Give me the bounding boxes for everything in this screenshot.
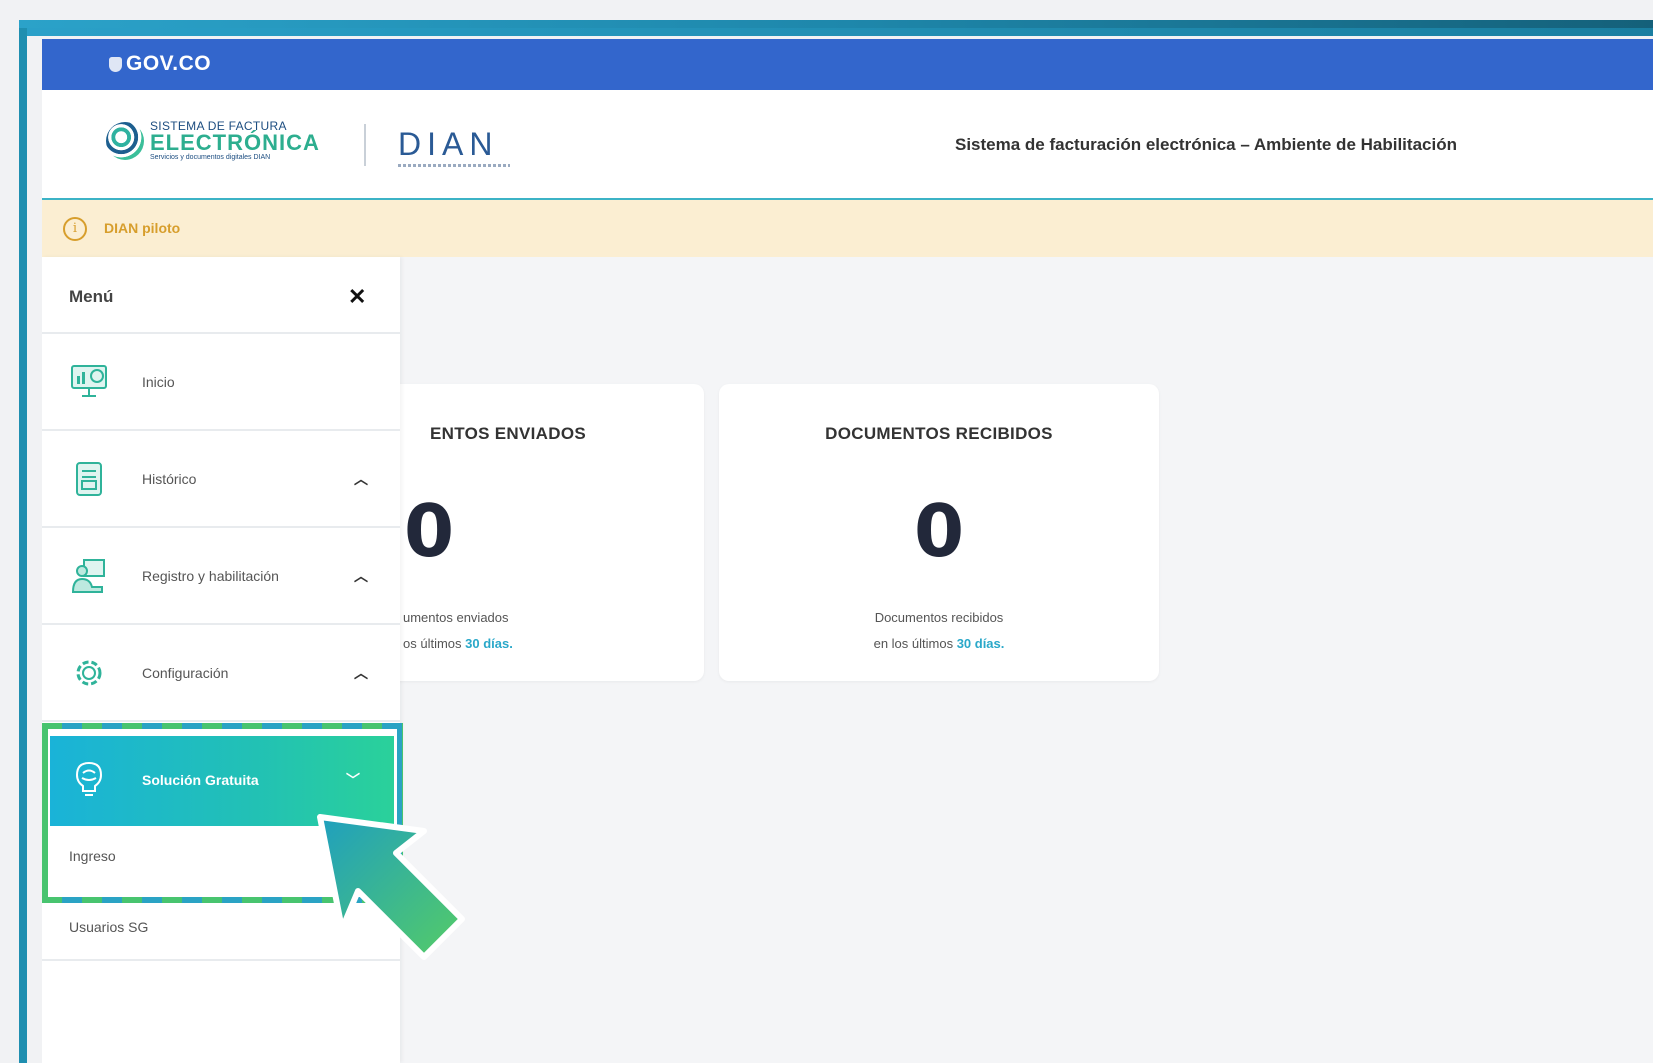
factura-electronica-logo[interactable]: SISTEMA DE FACTURA ELECTRÓNICA Servicios… [106,120,320,161]
sidebar-item-configuracion[interactable]: Configuración ︿ [42,625,400,722]
pointer-arrow-icon [317,814,465,960]
submenu-label: Ingreso [69,848,116,864]
sidebar-item-label: Histórico [142,471,197,487]
globe-icon [106,121,144,160]
card-count: 0 [913,489,965,573]
person-board-icon [71,559,105,593]
site-header: SISTEMA DE FACTURA ELECTRÓNICA Servicios… [42,90,1653,200]
brand-line3: Servicios y documentos digitales DIAN [150,154,271,161]
sidebar-item-label: Configuración [142,665,229,681]
close-icon[interactable]: ✕ [348,284,366,310]
notice-text: DIAN piloto [104,220,181,236]
app-screen: GOV.CO SISTEMA DE FACTURA ELECTRÓNICA Se… [42,39,1653,1063]
chevron-up-icon[interactable]: ︿ [354,469,368,489]
card-desc-line1: umentos enviados [403,610,509,625]
info-icon: i [63,217,87,241]
card-desc-line2: en los últimos [873,636,957,651]
header-divider [364,124,366,166]
shield-icon [109,56,122,72]
menu-title: Menú [69,287,114,306]
document-list-icon [76,462,102,496]
sidebar-item-inicio[interactable]: Inicio [42,334,400,431]
notice-bar: i DIAN piloto [42,200,1653,257]
card-desc-highlight: 30 días. [956,636,1005,651]
gear-icon [76,660,102,686]
gov-logo[interactable]: GOV.CO [109,52,211,76]
card-description: Documentos recibidos en los últimos 30 d… [719,605,1159,657]
menu-header: Menú ✕ [42,257,400,334]
gov-bar: GOV.CO [42,39,1653,90]
card-desc-line2: os últimos [403,636,466,651]
card-title: DOCUMENTOS RECIBIDOS [825,424,1053,443]
submenu-label: Usuarios SG [69,919,149,935]
sidebar-item-registro[interactable]: Registro y habilitación ︿ [42,528,400,625]
card-desc-line1: Documentos recibidos [874,610,1004,625]
card-desc-highlight: 30 días. [465,636,513,651]
page-title: Sistema de facturación electrónica – Amb… [955,135,1457,154]
chevron-down-icon[interactable]: ﹀ [346,770,360,790]
sidebar-item-label: Inicio [142,374,175,390]
card-documentos-recibidos[interactable]: DOCUMENTOS RECIBIDOS 0 Documentos recibi… [719,384,1159,681]
gov-logo-text: GOV.CO [126,52,212,75]
brain-bulb-icon [75,761,103,796]
chevron-up-icon[interactable]: ︿ [354,566,368,586]
brand-line2: ELECTRÓNICA [150,130,320,155]
monitor-chart-icon [71,365,107,397]
sidebar-item-historico[interactable]: Histórico ︿ [42,431,400,528]
sidebar-item-label: Solución Gratuita [142,772,259,788]
sidebar-item-label: Registro y habilitación [142,568,279,584]
chevron-up-icon[interactable]: ︿ [354,663,368,683]
dian-logo[interactable]: DIAN [398,126,498,163]
dian-tagline [398,164,510,167]
